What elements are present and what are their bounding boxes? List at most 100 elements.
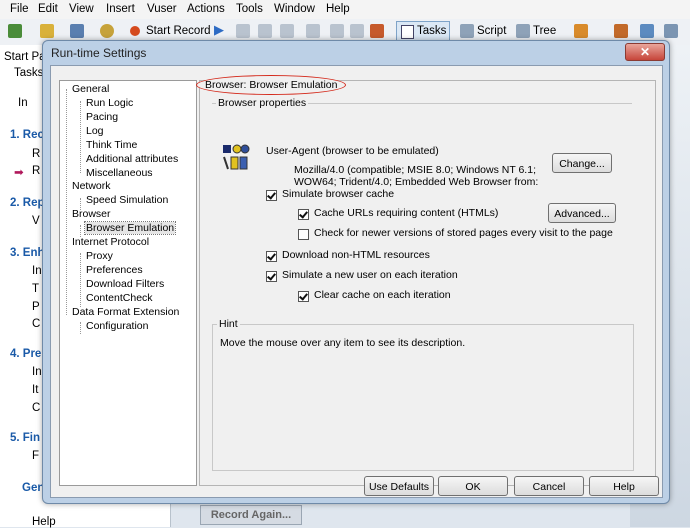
clear-cache-label: Clear cache on each iteration — [314, 289, 451, 301]
simulate-cache-label: Simulate browser cache — [282, 188, 395, 200]
menu-actions[interactable]: Actions — [187, 3, 225, 15]
toggle-icon[interactable] — [330, 24, 344, 38]
step-icon[interactable] — [258, 24, 272, 38]
settings-tree: General Run Logic Pacing Log Think Time … — [59, 80, 197, 486]
tree-node-additional-attributes[interactable]: Additional attributes — [86, 153, 178, 165]
tasks-tab[interactable]: Tasks — [14, 67, 43, 79]
tree-node-contentcheck[interactable]: ContentCheck — [86, 292, 153, 304]
dialog-title: Run-time Settings — [51, 46, 147, 60]
tree-node-speed-simulation[interactable]: Speed Simulation — [86, 194, 168, 206]
task-item: It — [32, 384, 39, 396]
find-icon[interactable] — [100, 24, 114, 38]
menu-insert[interactable]: Insert — [106, 3, 135, 15]
task-item: R — [32, 148, 41, 160]
task-section: 2. Rep — [10, 197, 45, 209]
help-link[interactable]: Help — [32, 516, 56, 528]
tree-node-browser[interactable]: Browser — [72, 208, 111, 220]
tasks-icon — [401, 25, 414, 39]
new-script-icon[interactable] — [8, 24, 22, 38]
comment-icon[interactable] — [350, 24, 364, 38]
download-nonhtml-label: Download non-HTML resources — [282, 249, 430, 261]
tree-icon[interactable] — [516, 24, 530, 38]
tree-view-button[interactable]: Tree — [533, 25, 556, 37]
browser-properties-label: Browser properties — [216, 97, 309, 109]
tree-node-network[interactable]: Network — [72, 180, 111, 192]
tree-node-internet-protocol[interactable]: Internet Protocol — [72, 236, 149, 248]
tasks-label: Tasks — [417, 25, 447, 37]
arrow-icon: ➡ — [14, 167, 24, 179]
cache-urls-checkbox[interactable] — [298, 209, 309, 220]
tree-node-pacing[interactable]: Pacing — [86, 111, 118, 123]
task-item: In — [18, 97, 28, 109]
check-newer-label: Check for newer versions of stored pages… — [314, 227, 613, 239]
tree-guide — [66, 89, 67, 315]
task-item: F — [32, 450, 40, 462]
task-item: C — [32, 318, 41, 330]
task-item: P — [32, 301, 40, 313]
menu-vuser[interactable]: Vuser — [147, 3, 177, 15]
hint-text: Move the mouse over any item to see its … — [220, 337, 466, 349]
tree-node-configuration[interactable]: Configuration — [86, 320, 148, 332]
record-again-button[interactable]: Record Again... — [200, 505, 302, 525]
tree-guide — [80, 253, 81, 307]
user-agent-label: User-Agent (browser to be emulated) — [266, 145, 439, 157]
script-view-button[interactable]: Script — [477, 25, 506, 37]
simulate-new-user-label: Simulate a new user on each iteration — [282, 269, 458, 281]
properties-icon[interactable] — [640, 24, 654, 38]
snapshot-icon[interactable] — [574, 24, 588, 38]
tree-node-browser-emulation[interactable]: Browser Emulation — [83, 221, 177, 235]
tree-node-preferences[interactable]: Preferences — [86, 264, 143, 276]
record-icon[interactable] — [130, 26, 140, 36]
tree-node-download-filters[interactable]: Download Filters — [86, 278, 164, 290]
menu-tools[interactable]: Tools — [236, 3, 263, 15]
start-record-button[interactable]: Start Record — [146, 25, 211, 37]
download-nonhtml-checkbox[interactable] — [266, 251, 277, 262]
cache-urls-label: Cache URLs requiring content (HTMLs) — [314, 207, 499, 219]
open-icon[interactable] — [40, 24, 54, 38]
task-item: In — [32, 366, 42, 378]
save-icon[interactable] — [70, 24, 84, 38]
play-icon[interactable]: ▶ — [214, 22, 224, 38]
cancel-button[interactable]: Cancel — [514, 476, 584, 496]
task-section: 3. Enh — [10, 247, 45, 259]
tree-node-think-time[interactable]: Think Time — [86, 139, 137, 151]
tree-node-general[interactable]: General — [72, 83, 109, 95]
hint-group: Hint Move the mouse over any item to see… — [212, 318, 634, 471]
tree-node-log[interactable]: Log — [86, 125, 104, 137]
stop-icon[interactable] — [236, 24, 250, 38]
check-newer-checkbox[interactable] — [298, 229, 309, 240]
advanced-button[interactable]: Advanced... — [548, 203, 616, 223]
close-button[interactable]: ✕ — [625, 43, 665, 61]
options-icon[interactable] — [664, 24, 678, 38]
menu-edit[interactable]: Edit — [38, 3, 58, 15]
task-section: 5. Fin — [10, 432, 41, 444]
runtime-settings-icon[interactable] — [370, 24, 384, 38]
task-section: 4. Pre — [10, 348, 42, 360]
hint-title: Hint — [217, 318, 240, 330]
menu-view[interactable]: View — [69, 3, 94, 15]
use-defaults-button[interactable]: Use Defaults — [364, 476, 434, 496]
output-icon[interactable] — [614, 24, 628, 38]
breakpoint-icon[interactable] — [306, 24, 320, 38]
simulate-new-user-checkbox[interactable] — [266, 271, 277, 282]
tree-node-data-format-extension[interactable]: Data Format Extension — [72, 306, 179, 318]
user-agent-line-1: Mozilla/4.0 (compatible; MSIE 8.0; Windo… — [294, 164, 536, 176]
runtime-settings-dialog: Run-time Settings ✕ General Run Logic Pa… — [42, 40, 670, 504]
tree-node-miscellaneous[interactable]: Miscellaneous — [86, 167, 153, 179]
task-item: In — [32, 265, 42, 277]
menu-file[interactable]: File — [10, 3, 29, 15]
menu-window[interactable]: Window — [274, 3, 315, 15]
help-button[interactable]: Help — [589, 476, 659, 496]
tree-guide — [80, 101, 81, 173]
tree-node-run-logic[interactable]: Run Logic — [86, 97, 133, 109]
tree-guide — [80, 322, 81, 334]
clear-cache-checkbox[interactable] — [298, 291, 309, 302]
simulate-cache-checkbox[interactable] — [266, 190, 277, 201]
menu-help[interactable]: Help — [326, 3, 350, 15]
tree-node-proxy[interactable]: Proxy — [86, 250, 113, 262]
ok-button[interactable]: OK — [438, 476, 508, 496]
change-button[interactable]: Change... — [552, 153, 612, 173]
pause-icon[interactable] — [280, 24, 294, 38]
script-icon[interactable] — [460, 24, 474, 38]
start-page-tab[interactable]: Start Pa — [4, 51, 46, 63]
